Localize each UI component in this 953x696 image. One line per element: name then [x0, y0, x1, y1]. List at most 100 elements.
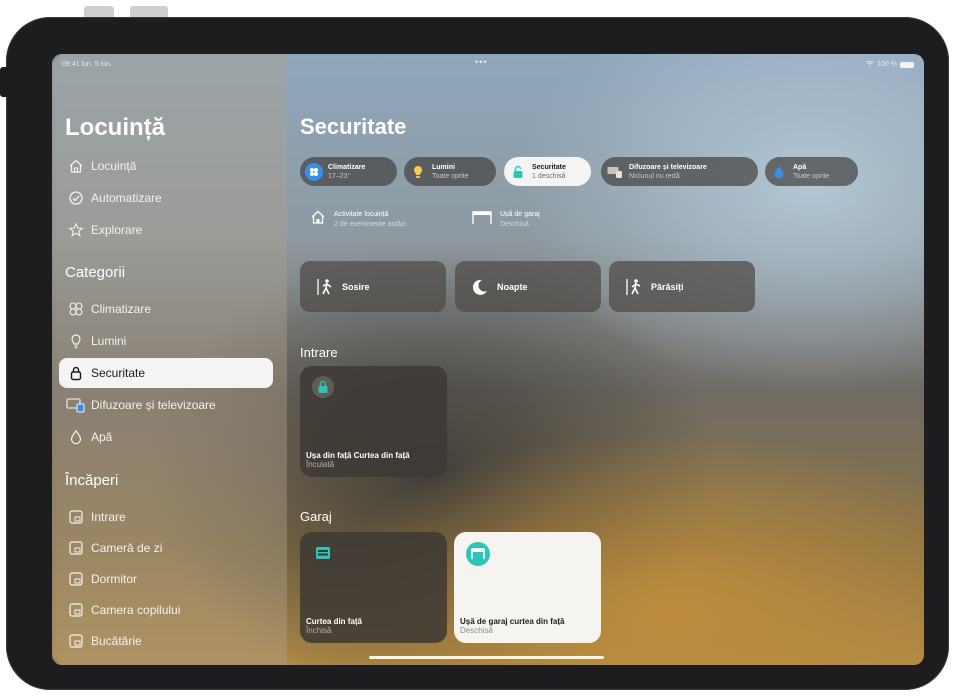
sidebar-item-label: Intrare	[91, 510, 126, 524]
room-icon	[61, 540, 91, 556]
chip-title: Securitate	[532, 163, 566, 171]
sidebar-item-label: Apă	[91, 430, 113, 444]
room-icon	[61, 571, 91, 587]
categories-heading: Categorii	[65, 264, 126, 281]
sidebar-item-explore[interactable]: Explorare	[59, 215, 273, 245]
sidebar-item-label: Camera copilului	[91, 603, 181, 617]
person-arrive-icon	[312, 277, 338, 297]
drop-icon	[770, 163, 788, 181]
person-leave-icon	[621, 277, 647, 297]
chip-subtitle: Toate oprite	[432, 172, 469, 180]
sidebar-item-label: Automatizare	[91, 191, 162, 205]
chip-title: Apă	[793, 163, 807, 171]
sidebar-title: Locuință	[65, 114, 165, 141]
lock-icon	[509, 163, 527, 181]
sidebar-item-label: Climatizare	[91, 302, 152, 316]
info-subtitle: 2 de evenimente astăzi	[334, 220, 406, 228]
chip-climate[interactable]: Climatizare 17–23°	[300, 157, 397, 186]
fan-icon	[61, 301, 91, 317]
chip-lights[interactable]: Lumini Toate oprite	[404, 157, 496, 186]
tile-title: Ușă de garaj curtea din față	[460, 617, 565, 626]
status-right: 100 %	[865, 60, 914, 69]
sidebar-item-climate[interactable]: Climatizare	[59, 294, 273, 324]
chip-security[interactable]: Securitate 1 deschisă	[504, 157, 591, 186]
house-icon	[310, 209, 326, 230]
wifi-icon	[865, 60, 874, 69]
garage-icon	[472, 209, 492, 230]
sidebar-item-label: Locuință	[91, 159, 137, 173]
sidebar-item-automation[interactable]: Automatizare	[59, 183, 273, 213]
sidebar-item-water[interactable]: Apă	[59, 422, 273, 452]
room-icon	[61, 633, 91, 649]
tile-status: Închisă	[306, 626, 332, 635]
tv-speaker-icon	[606, 163, 624, 181]
lock-icon	[61, 365, 91, 381]
accessory-tile-front-yard[interactable]: Curtea din față Închisă	[300, 532, 447, 643]
battery-icon	[900, 61, 914, 68]
home-activity[interactable]: Activitate locuință 2 de evenimente astăz…	[310, 209, 406, 230]
chip-speakers-tv[interactable]: Difuzoare și televizoare Niciunul nu redă	[601, 157, 758, 186]
section-label-entry: Intrare	[300, 345, 338, 360]
scene-night[interactable]: Noapte	[455, 261, 601, 312]
scene-label: Sosire	[342, 281, 370, 292]
scene-leave[interactable]: Părăsiți	[609, 261, 755, 312]
tile-title: Ușa din față Curtea din față	[306, 451, 410, 460]
scene-label: Noapte	[497, 281, 528, 292]
chip-subtitle: Toate oprite	[793, 172, 830, 180]
moon-icon	[467, 278, 493, 296]
scene-arrive[interactable]: Sosire	[300, 261, 446, 312]
chip-subtitle: 17–23°	[328, 172, 351, 180]
room-icon	[61, 602, 91, 618]
sidebar-item-room-kids[interactable]: Camera copilului	[59, 595, 273, 625]
garage-door-info[interactable]: Ușă de garaj Deschisă	[472, 209, 540, 230]
garage-icon	[466, 542, 490, 566]
clock-icon	[61, 190, 91, 206]
tile-status: Încuiată	[306, 460, 335, 469]
accessory-tile-garage-door[interactable]: Ușă de garaj curtea din față Deschisă	[454, 532, 601, 643]
sidebar-item-room-kitchen[interactable]: Bucătărie	[59, 626, 273, 656]
chip-title: Climatizare	[328, 163, 366, 171]
sidebar-item-room-entry[interactable]: Intrare	[59, 502, 273, 532]
fan-icon	[305, 162, 323, 181]
sidebar-item-room-living[interactable]: Cameră de zi	[59, 533, 273, 563]
sidebar-item-speakers-tv[interactable]: Difuzoare și televizoare	[59, 390, 273, 420]
sidebar-item-security[interactable]: Securitate	[59, 358, 273, 388]
chip-title: Difuzoare și televizoare	[629, 163, 707, 171]
screen: Locuință Locuință Automatizare Explorare…	[52, 54, 924, 665]
chip-water[interactable]: Apă Toate oprite	[765, 157, 858, 186]
info-title: Ușă de garaj	[500, 210, 540, 218]
star-icon	[61, 222, 91, 238]
sidebar-item-label: Lumini	[91, 334, 127, 348]
sidebar-item-lights[interactable]: Lumini	[59, 326, 273, 356]
info-title: Activitate locuință	[334, 210, 389, 218]
battery-percent: 100 %	[877, 61, 897, 68]
volume-down-button	[130, 6, 168, 17]
status-time: 09:41 lun. 5 iun.	[62, 61, 112, 68]
section-label-garage: Garaj	[300, 509, 332, 524]
page-title: Securitate	[300, 114, 407, 139]
sidebar-item-label: Cameră de zi	[91, 541, 163, 555]
sidebar-item-home[interactable]: Locuință	[59, 151, 273, 181]
multitasking-dots[interactable]: •••	[475, 57, 487, 67]
sidebar-item-label: Explorare	[91, 223, 143, 237]
accessory-tile-front-door[interactable]: Ușa din față Curtea din față Încuiată	[300, 366, 447, 477]
house-icon	[61, 158, 91, 174]
garage-icon	[312, 542, 334, 564]
bulb-icon	[409, 163, 427, 181]
side-button	[0, 67, 7, 97]
sidebar-item-label: Bucătărie	[91, 634, 142, 648]
room-icon	[61, 509, 91, 525]
bulb-icon	[61, 333, 91, 349]
info-subtitle: Deschisă	[500, 220, 529, 228]
chip-subtitle: 1 deschisă	[532, 172, 566, 180]
volume-up-button	[84, 6, 114, 17]
sidebar-item-label: Dormitor	[91, 572, 138, 586]
drop-icon	[61, 429, 91, 445]
chip-title: Lumini	[432, 163, 455, 171]
tile-status: Deschisă	[460, 626, 493, 635]
home-indicator[interactable]	[369, 656, 604, 659]
sidebar-item-room-bedroom[interactable]: Dormitor	[59, 564, 273, 594]
rooms-heading: Încăperi	[65, 472, 119, 489]
lock-icon	[312, 376, 334, 398]
sidebar: Locuință Locuință Automatizare Explorare…	[52, 54, 287, 665]
